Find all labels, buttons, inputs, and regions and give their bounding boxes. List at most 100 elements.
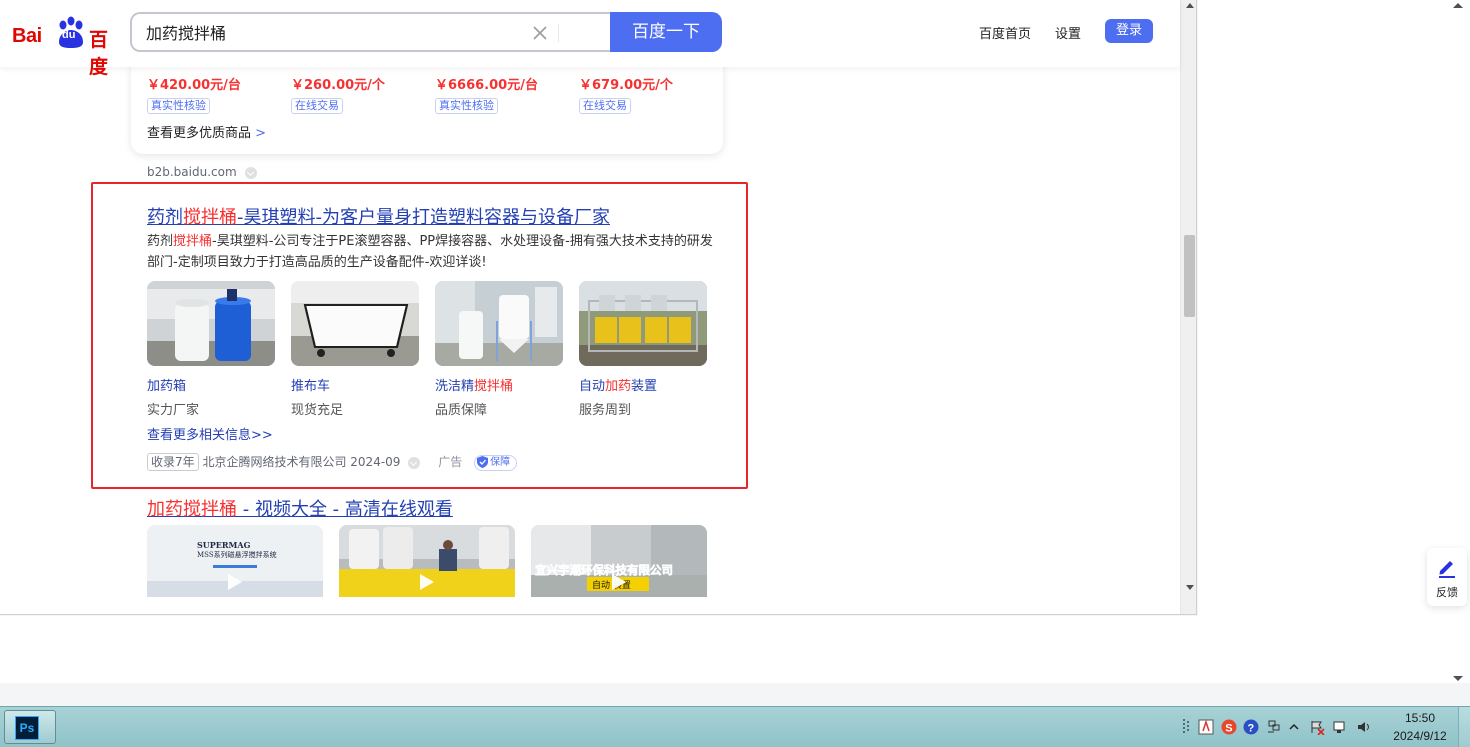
- ad-more-link[interactable]: 查看更多相关信息>>: [147, 424, 273, 443]
- volume-icon[interactable]: [1356, 719, 1372, 735]
- product-card[interactable]: 推布车 现货充足: [291, 281, 419, 418]
- close-icon[interactable]: [530, 23, 550, 43]
- shop-item[interactable]: ￥260.00元/个 在线交易: [291, 74, 431, 114]
- product-name-text: 推布车: [291, 379, 331, 394]
- product-name-highlight: 搅拌桶: [474, 379, 514, 394]
- input-method-icon[interactable]: [1198, 719, 1214, 735]
- play-icon[interactable]: [223, 571, 245, 593]
- source-domain-text: b2b.baidu.com: [147, 165, 237, 179]
- scroll-down-arrow-icon[interactable]: [1186, 585, 1194, 590]
- logo-cn-text: 百度: [89, 29, 109, 78]
- page-bottom-area: [0, 616, 1446, 683]
- ad-desc-suffix: -昊琪塑料-公司专注于PE滚塑容器、PP焊接容器、水处理设备-拥有强大技术支持的…: [147, 234, 713, 270]
- page-right-area: [1198, 0, 1446, 683]
- product-name-text: 自动: [579, 379, 606, 394]
- chevron-up-icon[interactable]: [1286, 719, 1302, 735]
- search-button[interactable]: 百度一下: [610, 12, 722, 52]
- nav-home-link[interactable]: 百度首页: [979, 23, 1031, 42]
- chevron-down-icon[interactable]: [244, 166, 257, 179]
- video-title-highlight: 加药搅拌桶: [147, 499, 237, 520]
- guarantee-badge[interactable]: 保障: [474, 454, 518, 471]
- product-subtitle: 服务周到: [579, 403, 632, 418]
- play-icon[interactable]: [607, 571, 629, 593]
- video-thumb-text: SUPERMAG: [197, 540, 251, 550]
- source-domain[interactable]: b2b.baidu.com: [147, 165, 257, 179]
- shop-more-label: 查看更多优质商品: [147, 126, 252, 141]
- product-image[interactable]: [435, 281, 563, 366]
- feedback-label: 反馈: [1436, 586, 1458, 599]
- scroll-up-arrow-icon[interactable]: [1186, 3, 1194, 8]
- product-image[interactable]: [579, 281, 707, 366]
- nav-settings-link[interactable]: 设置: [1055, 23, 1081, 42]
- network-icon[interactable]: [1266, 719, 1282, 735]
- clock-date[interactable]: 2024/9/12: [1383, 729, 1457, 743]
- ad-result-title[interactable]: 药剂搅拌桶-昊琪塑料-为客户量身打造塑料容器与设备厂家: [147, 203, 610, 229]
- product-name-text: 加药箱: [147, 379, 187, 394]
- product-card[interactable]: 加药箱 实力厂家: [147, 281, 275, 418]
- shield-icon: [477, 455, 489, 468]
- search-input[interactable]: [146, 22, 506, 41]
- windows-taskbar: Ps S ?: [0, 706, 1470, 747]
- search-header: Bai du 百度 百度一下 百度首页 设置 登录: [0, 0, 1180, 78]
- advertiser-company[interactable]: 北京企腾网络技术有限公司 2024-09: [202, 455, 400, 469]
- chevron-down-icon[interactable]: [408, 456, 421, 469]
- product-image[interactable]: [147, 281, 275, 366]
- sogou-icon[interactable]: S: [1221, 719, 1237, 735]
- ad-title-suffix: -昊琪塑料-为客户量身打造塑料容器与设备厂家: [237, 207, 610, 228]
- product-name[interactable]: 推布车: [291, 375, 419, 394]
- product-subtitle: 现货充足: [291, 403, 344, 418]
- shop-more-arrow: >: [255, 126, 267, 141]
- video-thumbnail[interactable]: SUPERMAG MSS系列磁悬浮搅拌系统: [147, 525, 323, 597]
- ad-title-highlight: 搅拌桶: [183, 207, 237, 228]
- search-box[interactable]: [130, 12, 612, 52]
- product-name-highlight: 加药: [605, 379, 632, 394]
- product-name[interactable]: 自动加药装置: [579, 375, 707, 394]
- vertical-scrollbar[interactable]: [1180, 0, 1196, 614]
- scroll-thumb[interactable]: [1184, 235, 1195, 317]
- ad-desc-highlight: 搅拌桶: [173, 234, 213, 249]
- network-status-icon[interactable]: [1332, 719, 1348, 735]
- play-icon[interactable]: [415, 571, 437, 593]
- logo-du-text: du: [62, 29, 76, 41]
- shop-item[interactable]: ￥679.00元/个 在线交易: [579, 74, 719, 114]
- shop-price: ￥260.00元/个: [291, 78, 385, 93]
- shop-price: ￥679.00元/个: [579, 78, 673, 93]
- shop-tag: 在线交易: [579, 98, 631, 114]
- video-thumbnail[interactable]: 宜兴宇潮环保科技有限公司 自动 装置: [531, 525, 707, 597]
- video-title-suffix: - 视频大全 - 高清在线观看: [237, 499, 453, 520]
- video-thumbnail[interactable]: [339, 525, 515, 597]
- shop-tag: 在线交易: [291, 98, 343, 114]
- svg-text:?: ?: [1248, 723, 1255, 735]
- shop-price: ￥6666.00元/台: [435, 78, 538, 93]
- edit-icon: [1439, 561, 1455, 578]
- product-name[interactable]: 洗洁精搅拌桶: [435, 375, 563, 394]
- baidu-logo[interactable]: Bai du 百度: [12, 16, 116, 78]
- shop-item[interactable]: ￥420.00元/台 真实性核验: [147, 74, 287, 114]
- feedback-button[interactable]: 反馈: [1427, 548, 1467, 606]
- help-icon[interactable]: ?: [1243, 719, 1259, 735]
- ad-desc-prefix: 药剂: [147, 234, 174, 249]
- video-result-title[interactable]: 加药搅拌桶 - 视频大全 - 高清在线观看: [147, 495, 453, 521]
- login-button[interactable]: 登录: [1105, 19, 1153, 43]
- ad-title-prefix: 药剂: [147, 207, 183, 228]
- ad-result-description: 药剂搅拌桶-昊琪塑料-公司专注于PE滚塑容器、PP焊接容器、水处理设备-拥有强大…: [147, 231, 715, 273]
- browser-viewport: ￥420.00元/台 真实性核验 ￥260.00元/个 在线交易 ￥6666.0…: [0, 0, 1197, 615]
- show-desktop-button[interactable]: [1458, 707, 1470, 747]
- product-image[interactable]: [291, 281, 419, 366]
- product-card[interactable]: 自动加药装置 服务周到: [579, 281, 707, 418]
- clock-time[interactable]: 15:50: [1395, 711, 1445, 725]
- product-subtitle: 品质保障: [435, 403, 488, 418]
- divider: [558, 24, 559, 42]
- shop-more-link[interactable]: 查看更多优质商品 >: [147, 122, 266, 141]
- product-card[interactable]: 洗洁精搅拌桶 品质保障: [435, 281, 563, 418]
- video-thumb-text: MSS系列磁悬浮搅拌系统: [197, 550, 277, 559]
- shop-price: ￥420.00元/台: [147, 78, 241, 93]
- product-name[interactable]: 加药箱: [147, 375, 275, 394]
- photoshop-taskbar-button[interactable]: Ps: [4, 710, 56, 744]
- shop-tag: 真实性核验: [435, 98, 498, 114]
- product-subtitle: 实力厂家: [147, 403, 200, 418]
- shop-item[interactable]: ￥6666.00元/台 真实性核验: [435, 74, 575, 114]
- tray-grip-icon: [1183, 719, 1189, 733]
- photoshop-icon: Ps: [15, 716, 39, 740]
- action-center-icon[interactable]: [1309, 719, 1325, 735]
